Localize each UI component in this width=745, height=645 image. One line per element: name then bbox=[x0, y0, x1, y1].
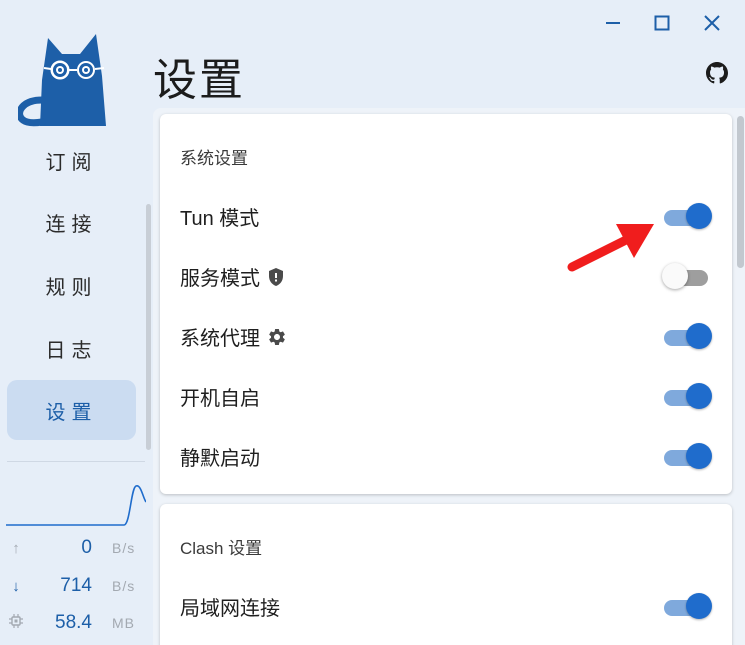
setting-row-service-mode: 服务模式 bbox=[160, 254, 732, 294]
minimize-icon bbox=[606, 22, 620, 24]
maximize-button[interactable] bbox=[649, 10, 675, 36]
sidebar-scrollbar[interactable] bbox=[146, 204, 151, 450]
sidebar-item-label: 规则 bbox=[45, 276, 98, 299]
maximize-icon bbox=[654, 15, 670, 31]
sidebar-item-rules[interactable]: 规则 bbox=[7, 255, 136, 315]
sidebar-item-label: 连接 bbox=[45, 213, 98, 236]
allow-lan-toggle[interactable] bbox=[662, 592, 712, 620]
setting-label: 静默启动 bbox=[180, 448, 260, 470]
sidebar-item-subscriptions[interactable]: 订阅 bbox=[7, 130, 136, 190]
setting-label-allow-lan: 局域网连接 bbox=[180, 592, 280, 621]
memory-usage: 58.4 MB bbox=[0, 610, 150, 636]
sidebar-divider bbox=[7, 461, 145, 462]
setting-label: 系统代理 bbox=[180, 328, 260, 350]
card-title: 系统设置 bbox=[180, 149, 248, 168]
upload-unit: B/s bbox=[112, 540, 136, 556]
sidebar-item-connections[interactable]: 连接 bbox=[7, 192, 136, 252]
tun-mode-toggle[interactable] bbox=[662, 202, 712, 230]
setting-label-auto-launch: 开机自启 bbox=[180, 382, 260, 411]
upload-value: 0 bbox=[81, 537, 92, 558]
close-button[interactable] bbox=[699, 10, 725, 36]
setting-row-auto-launch: 开机自启 bbox=[160, 374, 732, 414]
sidebar-item-label: 日志 bbox=[45, 339, 98, 362]
sidebar: 订阅 连接 规则 日志 设置 ↑ 0 B/s ↓ 714 B/s 58.4 MB bbox=[0, 0, 151, 645]
sidebar-item-label: 设置 bbox=[45, 401, 98, 424]
setting-label-tun-mode: Tun 模式 bbox=[180, 202, 259, 231]
arrow-down-icon: ↓ bbox=[12, 577, 20, 595]
traffic-graph bbox=[6, 485, 146, 526]
shield-icon[interactable] bbox=[267, 267, 285, 287]
auto-launch-toggle[interactable] bbox=[662, 382, 712, 410]
minimize-button[interactable] bbox=[600, 10, 626, 36]
setting-label-silent-start: 静默启动 bbox=[180, 442, 260, 471]
github-icon[interactable] bbox=[706, 62, 728, 84]
download-unit: B/s bbox=[112, 578, 136, 594]
cat-logo bbox=[18, 34, 106, 127]
setting-row-allow-lan: 局域网连接 bbox=[160, 584, 732, 624]
setting-row-tun-mode: Tun 模式 bbox=[160, 194, 732, 234]
download-speed: ↓ 714 B/s bbox=[0, 573, 150, 599]
setting-row-system-proxy: 系统代理 bbox=[160, 314, 732, 354]
setting-label: 服务模式 bbox=[180, 268, 260, 290]
sidebar-item-logs[interactable]: 日志 bbox=[7, 318, 136, 378]
setting-label-service-mode: 服务模式 bbox=[180, 262, 285, 291]
close-icon bbox=[704, 15, 720, 31]
service-mode-toggle[interactable] bbox=[662, 262, 712, 290]
arrow-up-icon: ↑ bbox=[12, 539, 20, 557]
memory-value: 58.4 bbox=[55, 612, 92, 633]
setting-label-system-proxy: 系统代理 bbox=[180, 322, 287, 351]
sidebar-item-settings[interactable]: 设置 bbox=[7, 380, 136, 440]
gear-icon[interactable] bbox=[267, 327, 287, 347]
setting-label: 局域网连接 bbox=[180, 598, 280, 620]
system-settings-card: 系统设置 Tun 模式 服务模式 系统代理 开机自启 静默启动 bbox=[160, 114, 732, 494]
main-scrollbar[interactable] bbox=[737, 116, 744, 268]
sidebar-item-label: 订阅 bbox=[45, 151, 98, 174]
setting-row-silent-start: 静默启动 bbox=[160, 434, 732, 474]
clash-settings-card: Clash 设置 局域网连接 bbox=[160, 504, 732, 645]
page-title: 设置 bbox=[153, 56, 245, 105]
memory-unit: MB bbox=[112, 615, 135, 631]
setting-label: 开机自启 bbox=[180, 388, 260, 410]
system-proxy-toggle[interactable] bbox=[662, 322, 712, 350]
download-value: 714 bbox=[60, 575, 92, 596]
silent-start-toggle[interactable] bbox=[662, 442, 712, 470]
upload-speed: ↑ 0 B/s bbox=[0, 535, 150, 561]
chip-icon bbox=[8, 614, 24, 632]
setting-label: Tun 模式 bbox=[180, 208, 260, 230]
card-title: Clash 设置 bbox=[180, 539, 263, 558]
